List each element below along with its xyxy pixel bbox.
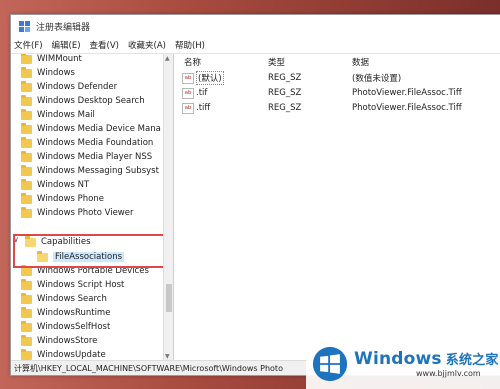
folder-icon [21, 164, 32, 176]
tree-item[interactable]: WindowsStore [21, 334, 97, 348]
regedit-icon [19, 20, 30, 32]
column-header-name[interactable]: 名称 [184, 56, 201, 68]
tree-label: Windows Photo Viewer [37, 208, 134, 218]
status-path: 计算机\HKEY_LOCAL_MACHINE\SOFTWARE\Microsof… [14, 363, 283, 373]
value-name: (默认) [196, 71, 224, 85]
value-data: (数值未设置) [352, 74, 402, 84]
main-content: WIMMount Windows Windows Defender Windows D… [11, 54, 500, 361]
folder-icon [21, 54, 32, 64]
tree-label: WindowsRuntime [37, 308, 111, 318]
list-item[interactable]: ab .tif [182, 86, 207, 100]
menu-view[interactable]: 查看(V) [90, 39, 119, 51]
folder-icon [21, 136, 32, 148]
window-title: 注册表编辑器 [36, 22, 91, 33]
folder-icon [21, 206, 32, 218]
watermark: Windows 系统之家 www.bjjmlv.com [306, 338, 500, 389]
folder-icon [21, 192, 32, 204]
tree-item[interactable]: Windows NT [21, 178, 89, 192]
tree-label: Windows [37, 68, 75, 78]
tree-item[interactable]: Windows Mail [21, 108, 95, 122]
folder-icon [21, 122, 32, 134]
tree-item[interactable]: Windows Desktop Search [21, 94, 145, 108]
watermark-url: www.bjjmlv.com [416, 369, 481, 378]
tree-label: WindowsUpdate [37, 350, 106, 360]
tree-item[interactable]: Windows Search [21, 292, 107, 306]
watermark-sub: 系统之家 [445, 353, 499, 368]
string-value-icon: ab [182, 72, 194, 84]
value-list: 名称 类型 数据 ab (默认) REG_SZ (数值未设置) ab .tif REG_SZ… [174, 54, 500, 361]
tree-label: Windows Media Player NSS [37, 152, 153, 162]
tree-label: Windows Media Device Mana [37, 124, 161, 134]
tree-label: Windows Search [37, 294, 107, 304]
scroll-up-icon[interactable]: ▲ [165, 55, 170, 62]
value-type: REG_SZ [268, 73, 302, 83]
folder-icon [21, 178, 32, 190]
folder-icon [21, 150, 32, 162]
menu-bar: 文件(F) 编辑(E) 查看(V) 收藏夹(A) 帮助(H) [11, 37, 500, 54]
scrollbar-thumb[interactable] [166, 284, 172, 312]
tree-label: Windows Defender [37, 82, 118, 92]
menu-help[interactable]: 帮助(H) [175, 39, 205, 51]
tree-item[interactable]: Windows Script Host [21, 278, 124, 292]
tree-label: WIMMount [37, 54, 82, 64]
windows-logo-icon [312, 346, 348, 381]
value-type: REG_SZ [268, 88, 302, 98]
tree-label: Windows NT [37, 180, 90, 190]
string-value-icon: ab [182, 102, 194, 114]
tree-label: Windows Messaging Subsyst [37, 166, 159, 176]
value-data: PhotoViewer.FileAssoc.Tiff [352, 88, 462, 98]
folder-icon [21, 292, 32, 304]
tree-label: WindowsSelfHost [37, 322, 111, 332]
folder-icon [21, 66, 32, 78]
folder-icon [21, 94, 32, 106]
tree-item[interactable]: Windows Defender [21, 80, 117, 94]
tree-label: Windows Mail [37, 110, 95, 120]
column-header-data[interactable]: 数据 [352, 56, 369, 68]
highlight-box [13, 234, 171, 268]
string-value-icon: ab [182, 87, 194, 99]
tree-label: Windows Script Host [37, 280, 125, 290]
tree-item[interactable]: Windows [21, 66, 75, 80]
tree-item[interactable]: Windows Media Foundation [21, 136, 153, 150]
value-type: REG_SZ [268, 103, 302, 113]
tree-item[interactable]: Windows Media Player NSS [21, 150, 152, 164]
tree-item[interactable]: Windows Photo Viewer [21, 206, 134, 220]
tree-item[interactable]: WindowsSelfHost [21, 320, 110, 334]
scroll-down-icon[interactable]: ▼ [165, 353, 170, 360]
tree-item[interactable]: Windows Media Device Mana [21, 122, 161, 136]
tree-item[interactable]: Windows Messaging Subsyst [21, 164, 159, 178]
folder-icon [21, 80, 32, 92]
value-name: .tiff [196, 103, 211, 113]
value-data: PhotoViewer.FileAssoc.Tiff [352, 103, 462, 113]
menu-edit[interactable]: 编辑(E) [52, 39, 81, 51]
tree-label: Windows Desktop Search [37, 96, 145, 106]
tree-item[interactable]: Windows Phone [21, 192, 104, 206]
value-name: .tif [196, 88, 208, 98]
tree-item[interactable]: WindowsRuntime [21, 306, 110, 320]
folder-icon [21, 306, 32, 318]
folder-icon [21, 320, 32, 332]
tree-item[interactable]: WIMMount [21, 54, 82, 66]
registry-tree: WIMMount Windows Windows Defender Windows D… [11, 54, 163, 361]
menu-file[interactable]: 文件(F) [14, 39, 43, 51]
folder-icon [21, 108, 32, 120]
list-item[interactable]: ab (默认) [182, 71, 224, 85]
title-bar: 注册表编辑器 [11, 15, 500, 37]
tree-label: Windows Media Foundation [37, 138, 154, 148]
menu-favorites[interactable]: 收藏夹(A) [128, 39, 166, 51]
folder-icon [21, 334, 32, 346]
column-header-type[interactable]: 类型 [268, 56, 285, 68]
registry-editor-window: 注册表编辑器 文件(F) 编辑(E) 查看(V) 收藏夹(A) 帮助(H) WI… [10, 14, 500, 376]
tree-label: WindowsStore [37, 336, 98, 346]
list-item[interactable]: ab .tiff [182, 101, 210, 115]
watermark-brand: Windows [354, 349, 442, 369]
tree-label: Windows Phone [37, 194, 104, 204]
folder-icon [21, 348, 32, 360]
folder-icon [21, 278, 32, 290]
